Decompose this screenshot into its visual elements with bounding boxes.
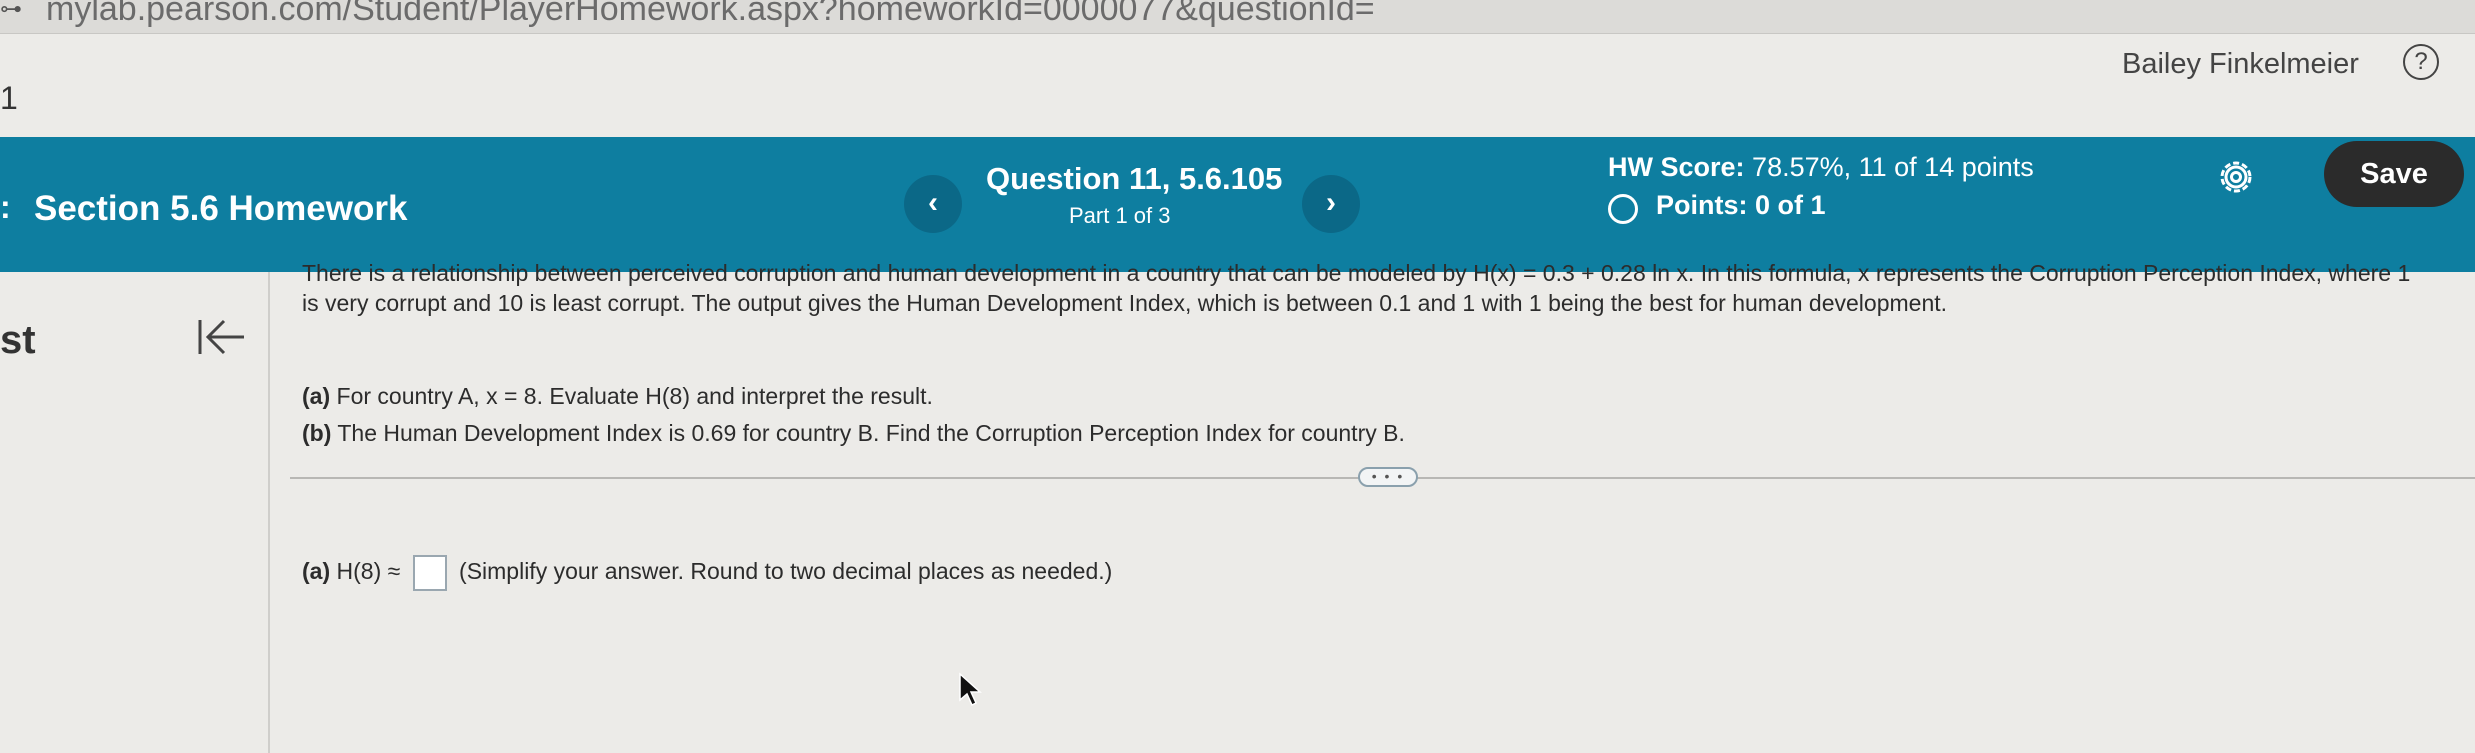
question-text: There is a relationship between perceive… [302, 260, 2411, 316]
answer-input[interactable] [412, 555, 447, 591]
points: Points: 0 of 1 [1656, 190, 1826, 220]
left-panel-text: st [0, 318, 36, 362]
answer-row: (a) H(8) ≈ (Simplify your answer. Round … [302, 555, 1112, 591]
next-question-button[interactable]: › [1302, 175, 1360, 233]
user-name[interactable]: Bailey Finkelmeier [2122, 48, 2359, 81]
part-b: (b) The Human Development Index is 0.69 … [302, 415, 1405, 452]
question-part: Part 1 of 3 [1069, 203, 1171, 228]
points-status-icon [1608, 194, 1638, 224]
mouse-cursor-icon [959, 672, 982, 707]
question-parts: (a) For country A, x = 8. Evaluate H(8) … [302, 378, 1405, 452]
answer-part-label: (a) [302, 558, 331, 585]
question-title: Question 11, 5.6.105 [986, 161, 1283, 196]
part-a: (a) For country A, x = 8. Evaluate H(8) … [302, 378, 1405, 415]
previous-question-button[interactable]: ‹ [904, 175, 962, 233]
part-b-text: The Human Development Index is 0.69 for … [337, 420, 1405, 446]
hw-score: HW Score: 78.57%, 11 of 14 points [1608, 152, 2034, 183]
collapse-left-icon[interactable] [196, 316, 248, 358]
url-text[interactable]: mylab.pearson.com/Student/PlayerHomework… [46, 0, 1375, 29]
section-title[interactable]: Section 5.6 Homework [34, 189, 407, 229]
browser-url-bar[interactable]: ⊶ mylab.pearson.com/Student/PlayerHomewo… [0, 0, 2475, 34]
page-number: 1 [0, 80, 18, 116]
help-icon[interactable]: ? [2403, 44, 2439, 80]
answer-instruction: (Simplify your answer. Round to two deci… [459, 558, 1113, 585]
gear-icon[interactable] [2216, 157, 2256, 197]
part-a-text: For country A, x = 8. Evaluate H(8) and … [336, 383, 933, 409]
panel-divider [268, 272, 270, 753]
expand-button[interactable]: • • • [1358, 467, 1418, 487]
part-b-label: (b) [302, 420, 332, 446]
homework-header: : Section 5.6 Homework ‹ Question 11, 5.… [0, 137, 2475, 272]
save-button[interactable]: Save [2324, 141, 2464, 207]
section-menu-icon[interactable]: : [0, 189, 11, 226]
answer-prefix: H(8) ≈ [336, 558, 401, 585]
hw-score-value: 78.57%, 11 of 14 points [1752, 152, 2034, 182]
part-a-label: (a) [302, 383, 331, 409]
hw-score-label: HW Score: [1608, 152, 1745, 182]
site-info-icon[interactable]: ⊶ [0, 0, 22, 22]
